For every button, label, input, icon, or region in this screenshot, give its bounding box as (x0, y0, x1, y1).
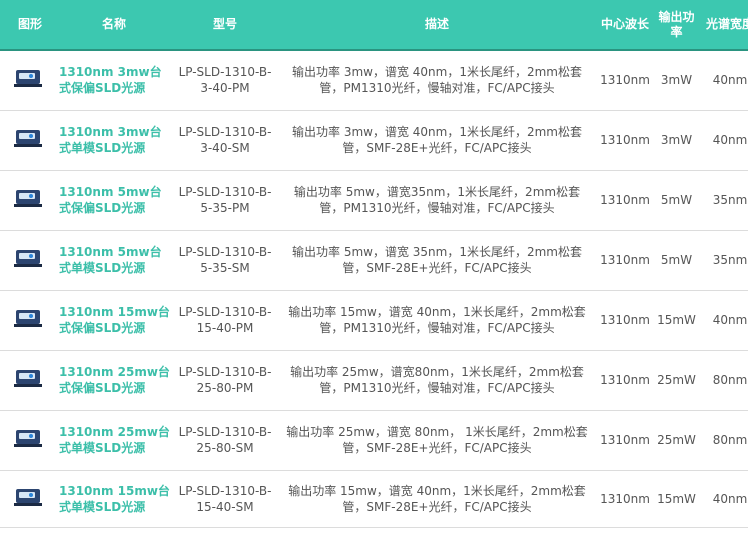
wavelength-cell: 1310nm (597, 350, 653, 411)
bandwidth-cell: 40nm (700, 290, 748, 351)
product-name-link[interactable]: 1310nm 3mw台式单模SLD光源 (55, 110, 173, 171)
sld-device-icon[interactable] (13, 187, 42, 209)
image-cell (0, 290, 55, 351)
product-name-link[interactable]: 1310nm 3mw台式保偏SLD光源 (55, 50, 173, 111)
table-header-row: 图形 名称 型号 描述 中心波长 输出功率 光谱宽度 (0, 0, 748, 51)
model-cell: LP-SLD-1310-B-25-80-PM (173, 350, 277, 411)
wavelength-cell: 1310nm (597, 470, 653, 528)
bandwidth-cell: 80nm (700, 410, 748, 471)
power-cell: 15mW (653, 470, 700, 528)
bandwidth-cell: 40nm (700, 110, 748, 171)
description-cell: 输出功率 3mw，谱宽 40nm，1米长尾纤，2mm松套管，SMF-28E+光纤… (277, 110, 597, 171)
description-cell: 输出功率 15mw，谱宽 40nm，1米长尾纤，2mm松套管，SMF-28E+光… (277, 470, 597, 528)
power-cell: 25mW (653, 350, 700, 411)
product-name-link[interactable]: 1310nm 25mw台式单模SLD光源 (55, 410, 173, 471)
table-row: 1310nm 3mw台式保偏SLD光源 LP-SLD-1310-B-3-40-P… (0, 50, 748, 111)
power-cell: 5mW (653, 230, 700, 291)
model-cell: LP-SLD-1310-B-5-35-PM (173, 170, 277, 231)
sld-device-icon[interactable] (13, 427, 42, 449)
header-model: 型号 (173, 0, 277, 51)
power-cell: 3mW (653, 50, 700, 111)
image-cell (0, 170, 55, 231)
table-row: 1310nm 25mw台式单模SLD光源 LP-SLD-1310-B-25-80… (0, 410, 748, 471)
power-cell: 25mW (653, 410, 700, 471)
model-cell: LP-SLD-1310-B-15-40-SM (173, 470, 277, 528)
header-image: 图形 (0, 0, 55, 51)
power-cell: 15mW (653, 290, 700, 351)
sld-device-icon[interactable] (13, 247, 42, 269)
wavelength-cell: 1310nm (597, 110, 653, 171)
description-cell: 输出功率 3mw，谱宽 40nm，1米长尾纤，2mm松套管，PM1310光纤，慢… (277, 50, 597, 111)
sld-device-icon[interactable] (13, 486, 42, 508)
table-row: 1310nm 15mw台式保偏SLD光源 LP-SLD-1310-B-15-40… (0, 290, 748, 351)
description-cell: 输出功率 25mw，谱宽 80nm， 1米长尾纤，2mm松套管，SMF-28E+… (277, 410, 597, 471)
bandwidth-cell: 40nm (700, 50, 748, 111)
table-row: 1310nm 25mw台式保偏SLD光源 LP-SLD-1310-B-25-80… (0, 350, 748, 411)
header-bandwidth: 光谱宽度 (700, 0, 748, 51)
sld-device-icon[interactable] (13, 307, 42, 329)
header-description: 描述 (277, 0, 597, 51)
description-cell: 输出功率 5mw，谱宽35nm，1米长尾纤，2mm松套管，PM1310光纤，慢轴… (277, 170, 597, 231)
header-power: 输出功率 (653, 0, 700, 51)
sld-device-icon[interactable] (13, 127, 42, 149)
bandwidth-cell: 35nm (700, 170, 748, 231)
description-cell: 输出功率 25mw，谱宽80nm，1米长尾纤，2mm松套管，PM1310光纤，慢… (277, 350, 597, 411)
table-row: 1310nm 5mw台式单模SLD光源 LP-SLD-1310-B-5-35-S… (0, 230, 748, 291)
wavelength-cell: 1310nm (597, 50, 653, 111)
product-table-container: 图形 名称 型号 描述 中心波长 输出功率 光谱宽度 1310nm 3mw台式保… (0, 0, 748, 534)
image-cell (0, 230, 55, 291)
sld-device-icon[interactable] (13, 367, 42, 389)
bandwidth-cell: 35nm (700, 230, 748, 291)
table-row: 1310nm 15mw台式单模SLD光源 LP-SLD-1310-B-15-40… (0, 470, 748, 528)
table-row: 1310nm 3mw台式单模SLD光源 LP-SLD-1310-B-3-40-S… (0, 110, 748, 171)
model-cell: LP-SLD-1310-B-5-35-SM (173, 230, 277, 291)
sld-device-icon[interactable] (13, 67, 42, 89)
product-name-link[interactable]: 1310nm 25mw台式保偏SLD光源 (55, 350, 173, 411)
product-name-link[interactable]: 1310nm 5mw台式保偏SLD光源 (55, 170, 173, 231)
image-cell (0, 470, 55, 528)
image-cell (0, 410, 55, 471)
wavelength-cell: 1310nm (597, 170, 653, 231)
wavelength-cell: 1310nm (597, 230, 653, 291)
description-cell: 输出功率 15mw，谱宽 40nm，1米长尾纤，2mm松套管，PM1310光纤，… (277, 290, 597, 351)
power-cell: 3mW (653, 110, 700, 171)
table-row: 1310nm 5mw台式保偏SLD光源 LP-SLD-1310-B-5-35-P… (0, 170, 748, 231)
model-cell: LP-SLD-1310-B-3-40-SM (173, 110, 277, 171)
wavelength-cell: 1310nm (597, 290, 653, 351)
image-cell (0, 50, 55, 111)
header-wavelength: 中心波长 (597, 0, 653, 51)
model-cell: LP-SLD-1310-B-3-40-PM (173, 50, 277, 111)
power-cell: 5mW (653, 170, 700, 231)
model-cell: LP-SLD-1310-B-15-40-PM (173, 290, 277, 351)
image-cell (0, 350, 55, 411)
bandwidth-cell: 80nm (700, 350, 748, 411)
product-name-link[interactable]: 1310nm 5mw台式单模SLD光源 (55, 230, 173, 291)
product-table: 图形 名称 型号 描述 中心波长 输出功率 光谱宽度 1310nm 3mw台式保… (0, 0, 748, 528)
header-name: 名称 (55, 0, 173, 51)
model-cell: LP-SLD-1310-B-25-80-SM (173, 410, 277, 471)
image-cell (0, 110, 55, 171)
product-name-link[interactable]: 1310nm 15mw台式单模SLD光源 (55, 470, 173, 528)
description-cell: 输出功率 5mw，谱宽 35nm，1米长尾纤，2mm松套管，SMF-28E+光纤… (277, 230, 597, 291)
wavelength-cell: 1310nm (597, 410, 653, 471)
product-name-link[interactable]: 1310nm 15mw台式保偏SLD光源 (55, 290, 173, 351)
bandwidth-cell: 40nm (700, 470, 748, 528)
